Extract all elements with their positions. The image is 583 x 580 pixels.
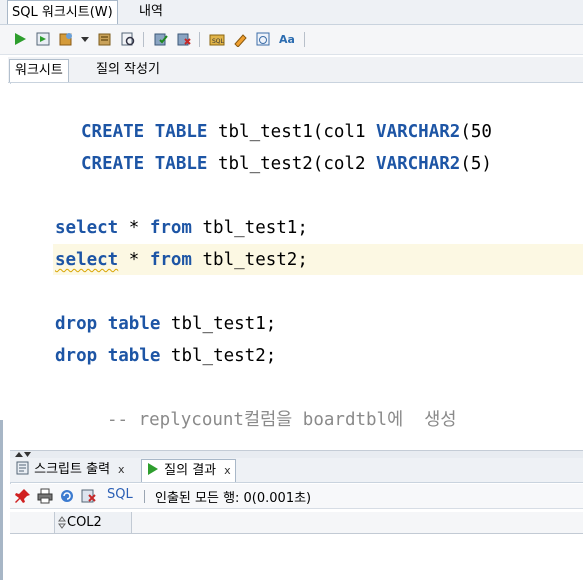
print-icon[interactable] (37, 488, 53, 504)
splitter-arrows-icon[interactable] (14, 451, 32, 458)
explain-plan-icon[interactable] (97, 31, 113, 47)
toolbar-separator (144, 490, 145, 503)
left-panel-accent (0, 420, 3, 580)
code-line: CREATE TABLE tbl_test2(col2 VARCHAR2(5) (81, 154, 492, 174)
refresh-icon[interactable] (59, 488, 75, 504)
editor-toolbar: SQL Aa (0, 25, 583, 55)
autotrace-icon[interactable] (58, 31, 74, 47)
toolbar-separator (143, 32, 144, 47)
code-line: drop table tbl_test2; (55, 346, 277, 366)
tab-script-output[interactable]: 스크립트 출력 x (12, 459, 129, 481)
commit-icon[interactable] (153, 31, 169, 47)
clear-icon[interactable] (232, 31, 248, 47)
close-icon[interactable]: x (224, 464, 231, 477)
subtab-query-builder[interactable]: 질의 작성기 (91, 59, 165, 81)
history-icon[interactable] (255, 31, 271, 47)
svg-text:Aa: Aa (279, 33, 294, 46)
cancel-query-icon[interactable] (81, 488, 97, 504)
subtab-worksheet[interactable]: 워크시트 (9, 59, 69, 82)
svg-text:SQL: SQL (212, 38, 225, 45)
chevron-down-icon[interactable] (80, 31, 90, 47)
editor-gutter (10, 84, 53, 450)
code-line: drop table tbl_test1; (55, 314, 277, 334)
worksheet-tab-bar: SQL 워크시트(W) 내역 (0, 0, 583, 25)
toolbar-separator (199, 32, 200, 47)
sql-editor[interactable]: CREATE TABLE tbl_test1(col1 VARCHAR2(50 … (10, 84, 583, 450)
toolbar-separator (304, 32, 305, 47)
code-comment: -- replycount컬럼을 boardtbl에 생성 (107, 410, 457, 430)
rollback-icon[interactable] (176, 31, 192, 47)
run-script-icon[interactable] (35, 31, 51, 47)
sort-icon[interactable] (58, 516, 66, 529)
format-case-icon[interactable]: Aa (278, 31, 294, 47)
result-tab-bar: 스크립트 출력 x 질의 결과 x (10, 458, 583, 483)
code-line-current: select * from tbl_test2; (55, 250, 308, 270)
editor-subtab-bar: 워크시트 질의 작성기 (8, 57, 583, 83)
fetch-status: 인출된 모든 행: 0(0.001초) (155, 491, 312, 506)
tab-query-result[interactable]: 질의 결과 x (141, 459, 236, 482)
sql-link[interactable]: SQL (107, 487, 133, 502)
tab-history[interactable]: 내역 (135, 0, 167, 23)
sql-tuning-icon[interactable] (120, 31, 136, 47)
tab-sql-worksheet[interactable]: SQL 워크시트(W) (7, 0, 118, 24)
column-header-col2[interactable]: COL2 (54, 512, 132, 533)
script-output-icon (16, 461, 29, 475)
run-statement-icon[interactable] (12, 31, 28, 47)
code-line: select * from tbl_test1; (55, 218, 308, 238)
unshared-sql-worksheet-icon[interactable]: SQL (209, 31, 225, 47)
result-grid[interactable]: COL2 (10, 509, 583, 580)
result-toolbar: SQL 인출된 모든 행: 0(0.001초) (10, 484, 583, 509)
close-icon[interactable]: x (118, 463, 125, 476)
run-icon (148, 463, 158, 475)
code-line: CREATE TABLE tbl_test1(col1 VARCHAR2(50 (81, 122, 492, 142)
grid-header: COL2 (10, 512, 583, 534)
pin-icon[interactable] (15, 488, 31, 504)
